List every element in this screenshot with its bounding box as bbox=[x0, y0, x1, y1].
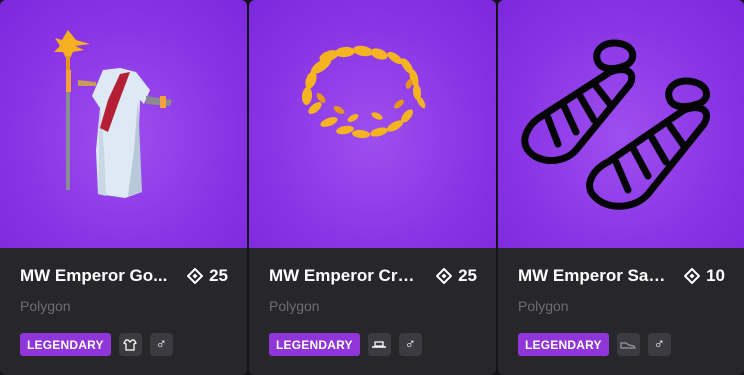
category-tag bbox=[367, 333, 391, 356]
category-tag bbox=[616, 333, 640, 356]
sandals-image bbox=[521, 39, 710, 210]
item-tags: LEGENDARY ♂ bbox=[269, 333, 422, 356]
item-price: 25 bbox=[436, 265, 477, 287]
item-name[interactable]: MW Emperor Cro... bbox=[269, 265, 417, 287]
price-value: 25 bbox=[209, 266, 228, 285]
male-icon: ♂ bbox=[155, 336, 167, 353]
shirt-icon bbox=[123, 338, 138, 351]
robux-icon bbox=[187, 268, 204, 284]
item-tags: LEGENDARY ♂ bbox=[518, 333, 671, 356]
gender-tag: ♂ bbox=[647, 333, 671, 356]
male-icon: ♂ bbox=[404, 336, 416, 353]
rarity-badge: LEGENDARY bbox=[269, 333, 360, 356]
category-tag bbox=[118, 333, 142, 356]
robux-icon bbox=[436, 268, 453, 284]
gown-image bbox=[54, 30, 172, 198]
robux-icon bbox=[684, 268, 701, 284]
item-card[interactable]: MW Emperor Go... 25 Polygon LEGENDARY ♂ bbox=[0, 0, 247, 375]
price-value: 25 bbox=[458, 266, 477, 285]
item-price: 10 bbox=[684, 265, 725, 287]
creator-name[interactable]: Polygon bbox=[518, 297, 569, 315]
item-grid: MW Emperor Go... 25 Polygon LEGENDARY ♂ bbox=[0, 0, 744, 375]
creator-name[interactable]: Polygon bbox=[20, 297, 71, 315]
item-card[interactable]: MW Emperor Cro... 25 Polygon LEGENDARY ♂ bbox=[249, 0, 496, 375]
rarity-badge: LEGENDARY bbox=[518, 333, 609, 356]
creator-name[interactable]: Polygon bbox=[269, 297, 320, 315]
price-value: 10 bbox=[706, 266, 725, 285]
shoe-icon bbox=[620, 341, 637, 349]
item-thumbnail[interactable] bbox=[249, 0, 496, 248]
item-tags: LEGENDARY ♂ bbox=[20, 333, 173, 356]
item-thumbnail[interactable] bbox=[0, 0, 247, 248]
male-icon: ♂ bbox=[653, 336, 665, 353]
item-name[interactable]: MW Emperor San... bbox=[518, 265, 666, 287]
hat-icon bbox=[372, 340, 387, 348]
item-name[interactable]: MW Emperor Go... bbox=[20, 265, 168, 287]
gender-tag: ♂ bbox=[398, 333, 422, 356]
gender-tag: ♂ bbox=[149, 333, 173, 356]
item-thumbnail[interactable] bbox=[498, 0, 744, 248]
item-price: 25 bbox=[187, 265, 228, 287]
item-card[interactable]: MW Emperor San... 10 Polygon LEGENDARY ♂ bbox=[498, 0, 744, 375]
rarity-badge: LEGENDARY bbox=[20, 333, 111, 356]
laurel-crown-image bbox=[301, 45, 426, 139]
